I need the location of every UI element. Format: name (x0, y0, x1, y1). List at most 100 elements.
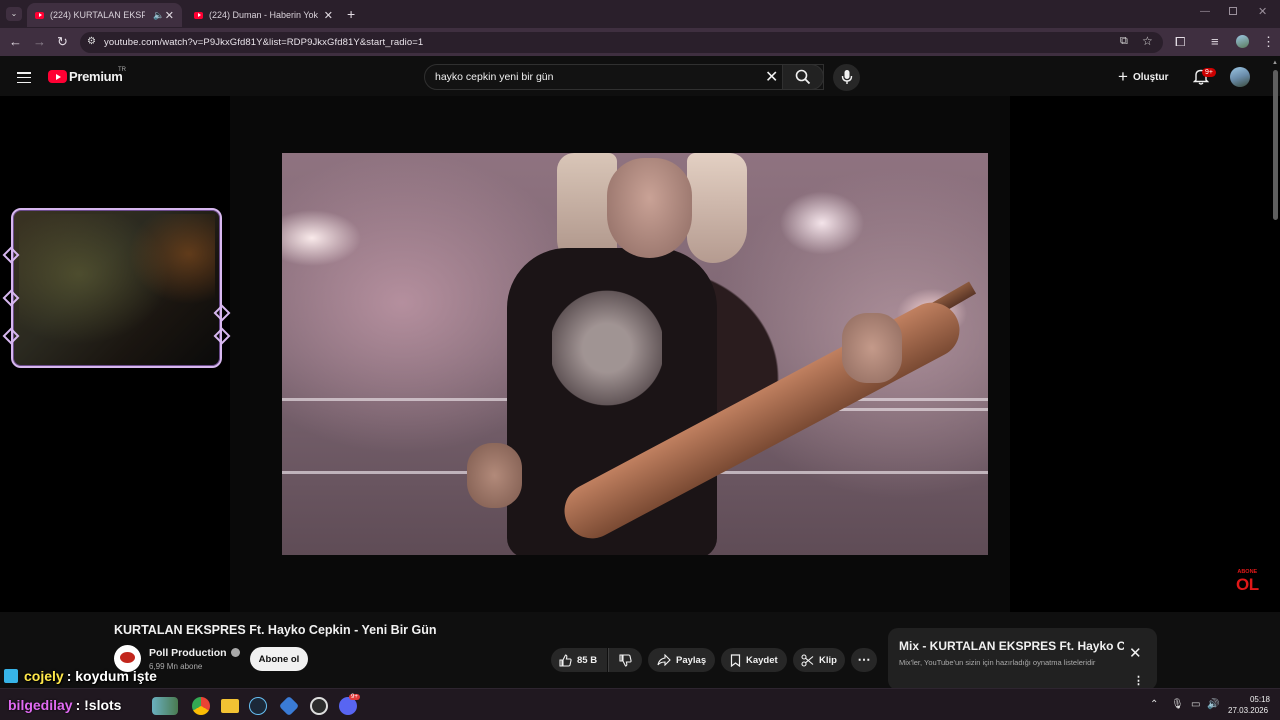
share-button[interactable]: Paylaş (648, 648, 715, 672)
volume-icon[interactable]: 🔊 (1207, 699, 1219, 710)
musician-face (607, 158, 692, 258)
search-input[interactable]: hayko cepkin yeni bir gün ✕ (424, 64, 824, 90)
tab-close-icon[interactable]: ✕ (165, 9, 174, 22)
webcam-overlay-frame (11, 208, 222, 368)
profile-avatar[interactable] (1236, 35, 1249, 48)
channel-name[interactable]: Poll Production (149, 647, 240, 659)
scroll-up-arrow-icon[interactable]: ▲ (1272, 60, 1278, 66)
display-icon[interactable]: ▭ (1191, 699, 1200, 710)
share-icon (657, 654, 671, 666)
close-icon[interactable]: ✕ (1129, 644, 1142, 662)
window-close-icon[interactable]: ✕ (1258, 5, 1267, 18)
notification-badge: 9+ (1202, 68, 1216, 77)
tab-title: (224) KURTALAN EKSPRES F (50, 10, 145, 20)
site-info-icon[interactable]: ⚙ (87, 36, 96, 47)
chat-platform-icon (4, 669, 18, 683)
reading-list-icon[interactable]: ≡ (1211, 34, 1219, 49)
show-hidden-icons-icon[interactable]: ⌃ (1150, 699, 1158, 710)
like-button[interactable]: 85 B (551, 648, 607, 672)
bookmark-star-icon[interactable]: ☆ (1142, 34, 1153, 48)
more-vertical-icon[interactable]: ⋮ (1133, 674, 1144, 687)
new-tab-icon[interactable]: + (347, 6, 355, 22)
thumbs-down-icon (619, 653, 632, 667)
like-count: 85 B (577, 654, 598, 666)
windows-taskbar: bilgedilay: !slots 9+ ⌃ 🎙 ▭ 🔊 05:18 27.0… (0, 688, 1280, 720)
page-scrollbar[interactable] (1271, 60, 1279, 688)
more-actions-button[interactable]: ⋯ (851, 648, 877, 672)
clip-label: Klip (819, 654, 837, 666)
steam-icon[interactable] (249, 697, 267, 715)
address-bar[interactable]: ⚙ youtube.com/watch?v=P9JkxGfd81Y&list=R… (80, 32, 1163, 53)
create-button[interactable]: + Oluştur (1118, 67, 1169, 87)
back-icon[interactable]: ← (9, 34, 22, 49)
chat-text: : !slots (75, 697, 122, 713)
clear-search-icon[interactable]: ✕ (765, 67, 778, 87)
obs-icon[interactable] (310, 697, 328, 715)
tab-title: (224) Duman - Haberin Yok Ölü (209, 10, 321, 20)
subscribe-button[interactable]: Abone ol (250, 647, 308, 671)
clock-date[interactable]: 27.03.2026 (1228, 706, 1268, 715)
clip-button[interactable]: Klip (793, 648, 845, 672)
watermark-large-text: OL (1236, 574, 1259, 594)
browser-tab[interactable]: (224) Duman - Haberin Yok Ölü ✕ (186, 3, 341, 27)
video-title: KURTALAN EKSPRES Ft. Hayko Cepkin - Yeni… (114, 623, 437, 637)
subscriber-count: 6,99 Mn abone (149, 662, 203, 671)
browser-menu-icon[interactable]: ⋮ (1262, 34, 1275, 50)
file-explorer-icon[interactable] (221, 699, 239, 713)
video-frame[interactable] (282, 153, 988, 555)
mix-playlist-panel[interactable]: Mix - KURTALAN EKSPRES Ft. Hayko Cepkin … (888, 628, 1157, 690)
chrome-icon[interactable] (192, 697, 210, 715)
microphone-icon (841, 70, 853, 84)
musician-hand (467, 443, 522, 508)
webcam-feed (19, 214, 215, 364)
stream-chat-message: bilgedilay: !slots (8, 697, 121, 713)
minimize-icon[interactable]: — (1200, 6, 1210, 17)
chat-text: : koydum işte (66, 668, 157, 684)
more-horizontal-icon: ⋯ (857, 652, 871, 667)
mix-subtitle: Mix'ler, YouTube'un sizin için hazırladı… (899, 658, 1096, 667)
musician-hand (842, 313, 902, 383)
musician-hair (687, 153, 747, 263)
account-avatar[interactable] (1230, 67, 1250, 87)
search-app-icon[interactable] (152, 697, 178, 715)
reload-icon[interactable]: ↻ (57, 34, 68, 50)
voice-search-button[interactable] (833, 64, 860, 91)
youtube-favicon-icon (35, 11, 44, 19)
search-query: hayko cepkin yeni bir gün (435, 71, 554, 83)
microphone-tray-icon[interactable]: 🎙 (1171, 699, 1184, 710)
restore-icon[interactable] (1229, 7, 1237, 15)
menu-icon[interactable] (17, 72, 31, 86)
verified-check-icon (230, 648, 240, 657)
youtube-favicon-icon (194, 11, 203, 19)
save-button[interactable]: Kaydet (721, 648, 787, 672)
youtube-header: Premium TR hayko cepkin yeni bir gün ✕ +… (0, 56, 1280, 96)
create-label: Oluştur (1132, 71, 1169, 83)
tab-close-icon[interactable]: ✕ (324, 9, 333, 22)
browser-tab-active[interactable]: (224) KURTALAN EKSPRES F 🔈 ✕ (27, 3, 182, 27)
scrollbar-thumb[interactable] (1273, 70, 1278, 220)
clock-time[interactable]: 05:18 (1245, 695, 1270, 704)
search-button[interactable] (782, 64, 824, 90)
thumbs-up-icon (559, 653, 572, 667)
stream-chat-message: cojely : koydum işte (4, 668, 157, 684)
youtube-logo-text[interactable]: Premium (69, 69, 123, 84)
forward-icon[interactable]: → (33, 34, 46, 49)
url-text: youtube.com/watch?v=P9JkxGfd81Y&list=RDP… (104, 37, 424, 48)
browser-tab-bar: ⌄ (224) KURTALAN EKSPRES F 🔈 ✕ (224) Dum… (0, 0, 1280, 28)
bookmark-icon (730, 653, 741, 667)
search-icon (795, 69, 811, 85)
speaker-icon[interactable]: 🔈 (153, 10, 164, 21)
network-app-icon[interactable] (278, 695, 300, 717)
youtube-logo-icon[interactable] (48, 70, 67, 83)
extensions-icon[interactable]: ⧠ (1175, 34, 1185, 50)
chat-username: cojely (24, 668, 64, 684)
channel-name-text: Poll Production (149, 647, 227, 659)
plus-icon: + (1118, 67, 1128, 86)
channel-logo-icon (120, 652, 135, 663)
cast-icon[interactable]: ⧉ (1120, 35, 1128, 48)
tab-search-button[interactable]: ⌄ (6, 7, 22, 21)
save-label: Kaydet (746, 654, 778, 666)
subscribe-watermark[interactable]: ABONE OL (1236, 569, 1259, 594)
dislike-button[interactable] (608, 648, 642, 672)
chat-username: bilgedilay (8, 697, 73, 713)
